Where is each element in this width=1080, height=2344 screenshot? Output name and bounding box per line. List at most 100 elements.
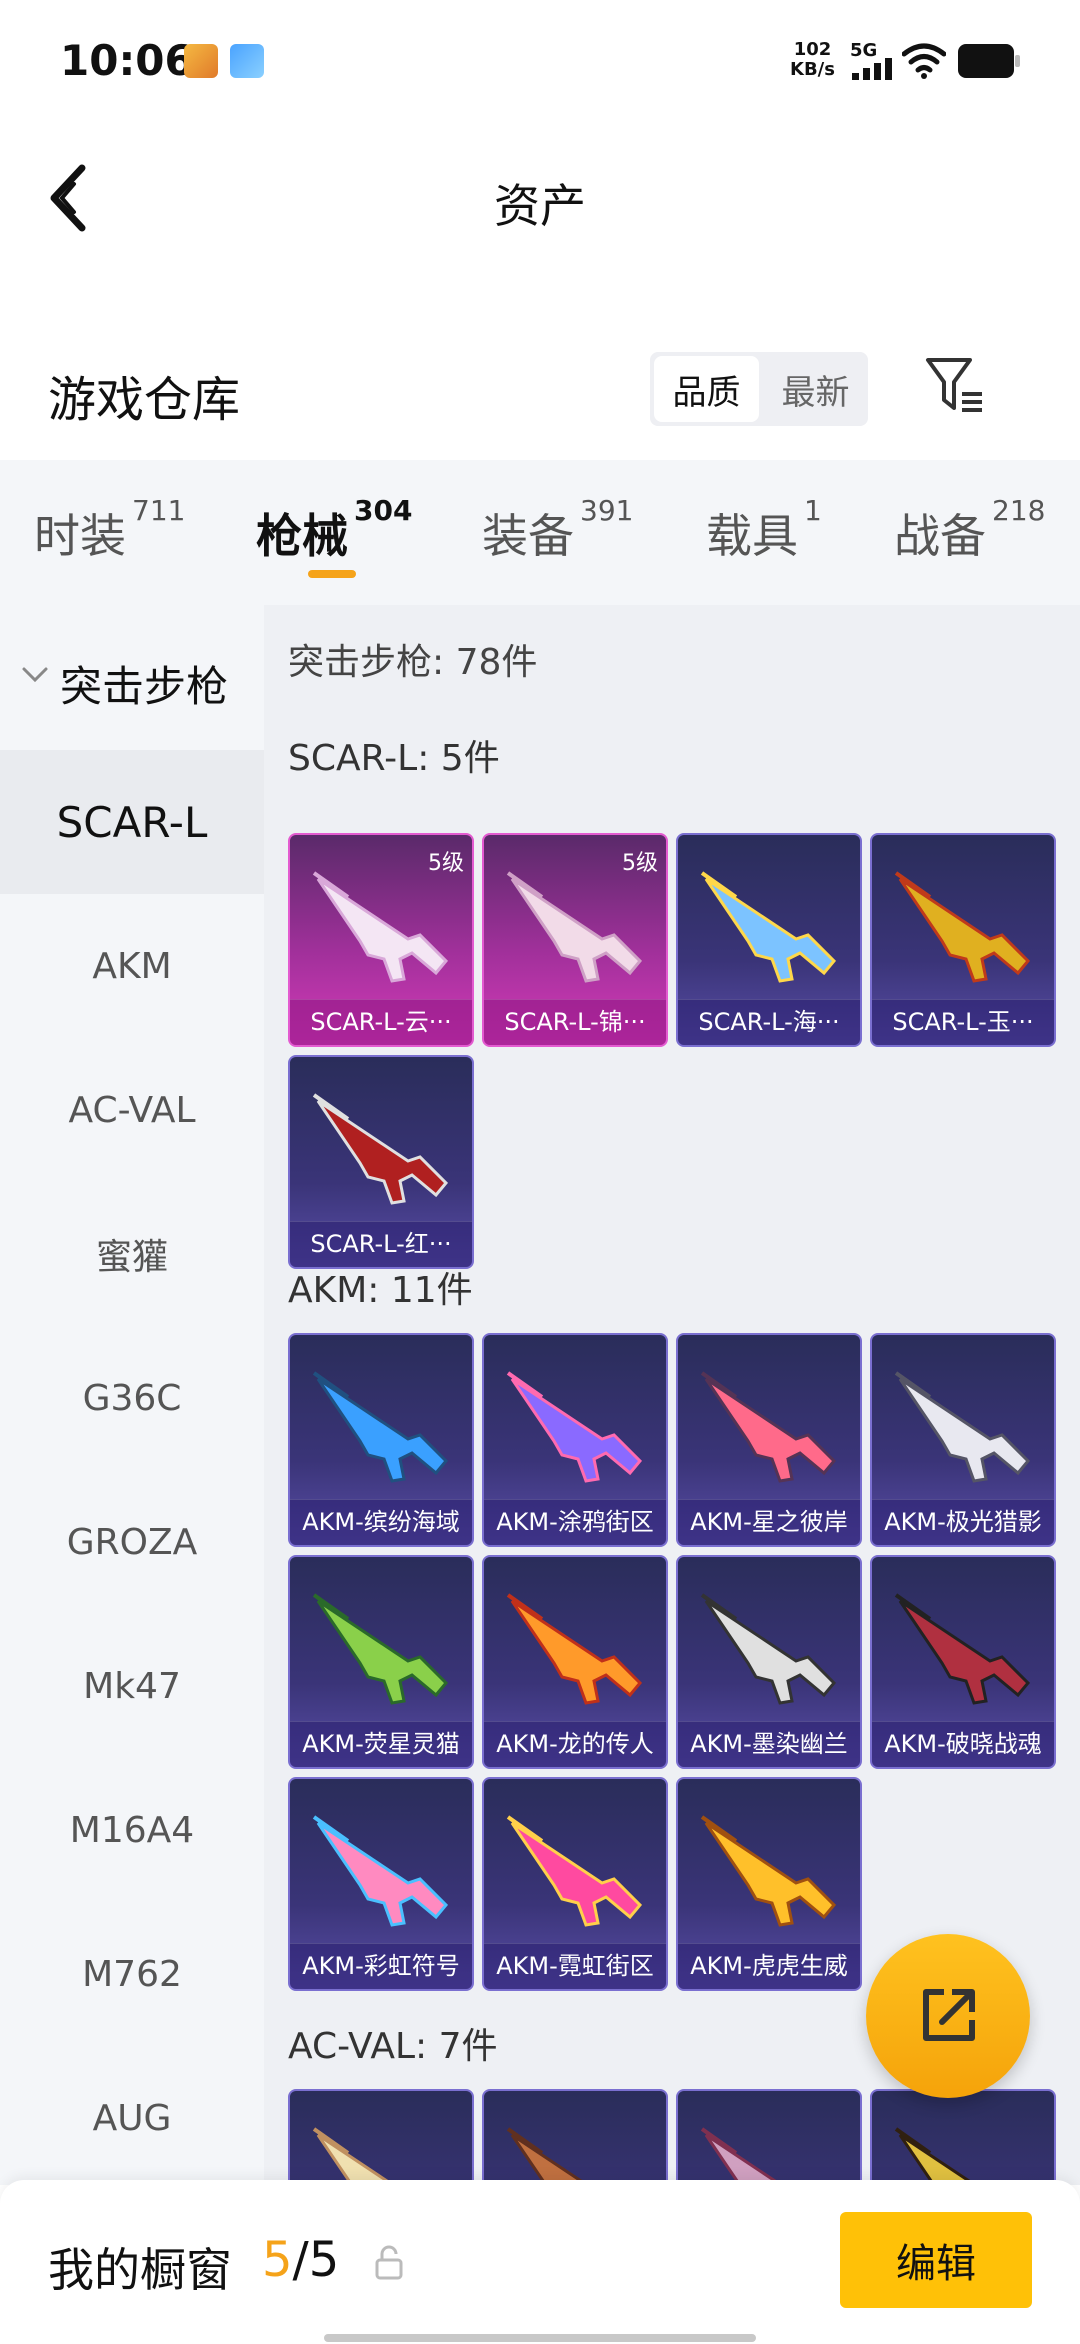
item-card[interactable]: AKM-涂鸦街区	[482, 1333, 668, 1547]
gun-image-icon	[506, 2127, 590, 2185]
filter-icon[interactable]	[924, 356, 986, 416]
item-card[interactable]: AKM-龙的传人	[482, 1555, 668, 1769]
tab-label: 时装	[34, 509, 126, 563]
tab-vehicles[interactable]: 载具 1	[706, 494, 822, 566]
sidebar: 突击步枪 SCAR-L AKM AC-VAL 蜜獾 G36C GROZA Mk4…	[0, 605, 264, 2185]
category-summary: 突击步枪: 78件	[288, 642, 538, 683]
showcase-total: 5	[308, 2232, 340, 2288]
chevron-down-icon	[22, 667, 48, 683]
category-tabs: 时装 711 枪械 304 装备 391 载具 1 战备 218	[0, 460, 1080, 605]
item-card[interactable]	[288, 2089, 474, 2185]
sort-quality-button[interactable]: 品质	[654, 356, 759, 422]
gun-image-icon	[312, 1593, 449, 1705]
item-name: AKM-霓虹街区	[484, 1943, 666, 1989]
sidebar-item-ac-val[interactable]: AC-VAL	[0, 1038, 264, 1182]
tab-equipment[interactable]: 装备 391	[482, 494, 633, 566]
item-name: AKM-虎虎生威	[678, 1943, 860, 1989]
gun-image-icon	[506, 871, 643, 983]
item-card[interactable]: SCAR-L-玉···	[870, 833, 1056, 1047]
tab-count: 711	[132, 494, 186, 527]
gun-image-icon	[506, 1815, 643, 1927]
sidebar-item-m16a4[interactable]: M16A4	[0, 1758, 264, 1902]
page-title: 资产	[494, 179, 586, 233]
notification-app-icon	[184, 44, 218, 78]
gun-image-icon	[312, 1371, 449, 1483]
gun-image-icon	[700, 1815, 837, 1927]
sidebar-group-label: 突击步枪	[60, 662, 229, 711]
item-card[interactable]: AKM-荧星灵猫	[288, 1555, 474, 1769]
item-card[interactable]: 5级 SCAR-L-云···	[288, 833, 474, 1047]
net-speed-unit: KB/s	[790, 59, 835, 80]
item-card[interactable]: AKM-缤纷海域	[288, 1333, 474, 1547]
tab-label: 枪械	[256, 509, 348, 563]
item-name: AKM-荧星灵猫	[290, 1721, 472, 1767]
item-name: SCAR-L-锦···	[484, 999, 666, 1045]
item-name: AKM-极光猎影	[872, 1499, 1054, 1545]
sidebar-item-m762[interactable]: M762	[0, 1902, 264, 2046]
share-icon	[923, 1989, 975, 2041]
tab-supplies[interactable]: 战备 218	[894, 494, 1045, 566]
item-card[interactable]: AKM-彩虹符号	[288, 1777, 474, 1991]
item-card[interactable]: SCAR-L-海···	[676, 833, 862, 1047]
item-name: AKM-彩虹符号	[290, 1943, 472, 1989]
item-name: AKM-龙的传人	[484, 1721, 666, 1767]
tab-fashion[interactable]: 时装 711	[34, 494, 185, 566]
share-button[interactable]	[866, 1934, 1030, 2098]
sidebar-item-mk47[interactable]: Mk47	[0, 1614, 264, 1758]
tab-guns[interactable]: 枪械 304	[256, 494, 412, 566]
sidebar-item-g36c[interactable]: G36C	[0, 1326, 264, 1470]
item-name: SCAR-L-海···	[678, 999, 860, 1045]
item-card[interactable]: AKM-星之彼岸	[676, 1333, 862, 1547]
tab-count: 218	[992, 494, 1046, 527]
item-card[interactable]	[870, 2089, 1056, 2185]
gun-image-icon	[894, 871, 1031, 983]
edit-button[interactable]: 编辑	[840, 2212, 1032, 2308]
item-name: SCAR-L-云···	[290, 999, 472, 1045]
sidebar-item-akm[interactable]: AKM	[0, 894, 264, 1038]
showcase-current: 5	[262, 2232, 293, 2288]
item-card[interactable]: SCAR-L-红···	[288, 1055, 474, 1269]
item-card[interactable]: AKM-极光猎影	[870, 1333, 1056, 1547]
sidebar-item-aug[interactable]: AUG	[0, 2046, 264, 2190]
gun-image-icon	[894, 1593, 1031, 1705]
tab-label: 载具	[706, 509, 798, 563]
item-name: AKM-星之彼岸	[678, 1499, 860, 1545]
section-title: AC-VAL: 7件	[288, 2026, 498, 2067]
item-name: AKM-缤纷海域	[290, 1499, 472, 1545]
sidebar-item-honey-badger[interactable]: 蜜獾	[0, 1182, 264, 1326]
item-card[interactable]: AKM-虎虎生威	[676, 1777, 862, 1991]
item-card[interactable]: AKM-霓虹街区	[482, 1777, 668, 1991]
item-card[interactable]: AKM-墨染幽兰	[676, 1555, 862, 1769]
tab-count: 1	[804, 494, 822, 527]
item-level-badge: 5级	[428, 851, 464, 876]
signal-icon	[852, 58, 892, 80]
warehouse-bar: 游戏仓库 品质 最新	[0, 320, 1080, 460]
wifi-icon	[902, 43, 946, 79]
notification-app-icon	[230, 44, 264, 78]
showcase-bar: 我的橱窗 5/5 编辑	[0, 2180, 1080, 2344]
item-card[interactable]: 5级 SCAR-L-锦···	[482, 833, 668, 1047]
net-speed: 102 KB/s	[790, 40, 835, 80]
item-name: AKM-墨染幽兰	[678, 1721, 860, 1767]
lock-icon	[375, 2245, 403, 2280]
tab-count: 391	[580, 494, 634, 527]
gun-image-icon	[700, 871, 837, 983]
showcase-label: 我的橱窗	[48, 2243, 232, 2297]
item-card[interactable]: AKM-破晓战魂	[870, 1555, 1056, 1769]
sidebar-group-assault-rifles[interactable]: 突击步枪	[0, 605, 264, 750]
gun-image-icon	[700, 1371, 837, 1483]
active-tab-indicator	[308, 570, 356, 578]
item-card[interactable]	[482, 2089, 668, 2185]
sidebar-item-scar-l[interactable]: SCAR-L	[0, 750, 264, 894]
section-title: SCAR-L: 5件	[288, 738, 500, 779]
tab-label: 战备	[894, 509, 986, 563]
sort-newest-button[interactable]: 最新	[763, 352, 868, 426]
sidebar-item-groza[interactable]: GROZA	[0, 1470, 264, 1614]
gun-image-icon	[312, 871, 449, 983]
tab-label: 装备	[482, 509, 574, 563]
status-time: 10:06	[60, 36, 194, 85]
gun-image-icon	[894, 2127, 978, 2185]
gun-image-icon	[506, 1371, 643, 1483]
sort-toggle: 品质 最新	[650, 352, 868, 426]
item-card[interactable]	[676, 2089, 862, 2185]
